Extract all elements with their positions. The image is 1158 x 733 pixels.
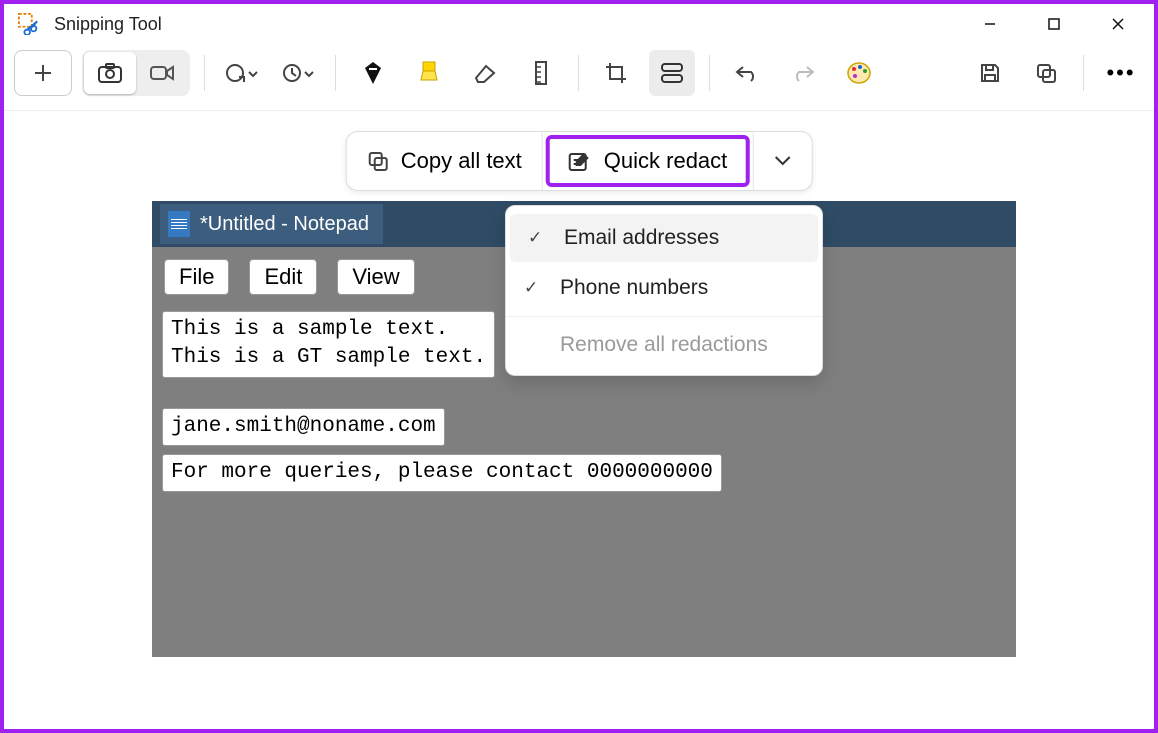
edit-in-paint-button[interactable] xyxy=(836,50,882,96)
toolbar: ••• xyxy=(4,44,1154,111)
checkmark-icon: ✓ xyxy=(524,278,542,298)
dropdown-item-remove-all[interactable]: Remove all redactions xyxy=(506,321,822,369)
mode-segmented xyxy=(82,50,190,96)
dropdown-item-phone[interactable]: ✓ Phone numbers xyxy=(506,264,822,312)
notepad-tab-title: *Untitled - Notepad xyxy=(200,213,369,236)
divider xyxy=(204,55,205,91)
highlighter-button[interactable] xyxy=(406,50,452,96)
ruler-button[interactable] xyxy=(518,50,564,96)
dropdown-item-label: Phone numbers xyxy=(560,276,708,300)
dropdown-item-label: Remove all redactions xyxy=(560,333,768,357)
quick-redact-button[interactable]: Quick redact xyxy=(550,148,746,174)
divider xyxy=(578,55,579,91)
divider xyxy=(1083,55,1084,91)
copy-all-text-button[interactable]: Copy all text xyxy=(347,132,542,190)
quick-redact-label: Quick redact xyxy=(604,148,728,174)
dropdown-separator xyxy=(506,316,822,317)
mode-video-button[interactable] xyxy=(136,52,188,94)
notepad-menu-file: File xyxy=(164,259,229,295)
redo-button[interactable] xyxy=(780,50,826,96)
eraser-button[interactable] xyxy=(462,50,508,96)
mode-image-button[interactable] xyxy=(84,52,136,94)
checkmark-icon: ✓ xyxy=(528,228,546,248)
copy-button[interactable] xyxy=(1023,50,1069,96)
pen-button[interactable] xyxy=(350,50,396,96)
notepad-menu-view: View xyxy=(337,259,414,295)
quick-redact-dropdown: ✓ Email addresses ✓ Phone numbers Remove… xyxy=(505,205,823,376)
dropdown-item-label: Email addresses xyxy=(564,226,719,250)
save-button[interactable] xyxy=(967,50,1013,96)
quick-redact-highlight: Quick redact xyxy=(546,135,750,187)
quick-redact-dropdown-toggle[interactable] xyxy=(753,132,811,190)
notepad-icon xyxy=(168,211,190,237)
dropdown-item-email[interactable]: ✓ Email addresses xyxy=(510,214,818,262)
text-actions-button[interactable] xyxy=(649,50,695,96)
copy-all-text-label: Copy all text xyxy=(401,148,522,174)
titlebar: Snipping Tool xyxy=(4,4,1154,44)
divider xyxy=(335,55,336,91)
app-title: Snipping Tool xyxy=(54,14,162,35)
notepad-menu-edit: Edit xyxy=(249,259,317,295)
undo-button[interactable] xyxy=(724,50,770,96)
delay-button[interactable] xyxy=(275,50,321,96)
close-button[interactable] xyxy=(1086,4,1150,44)
text-actions-pill: Copy all text Quick redact xyxy=(346,131,813,191)
maximize-button[interactable] xyxy=(1022,4,1086,44)
app-icon xyxy=(18,13,40,35)
canvas-area: *Untitled - Notepad File Edit View This … xyxy=(4,111,1154,726)
new-snip-button[interactable] xyxy=(14,50,72,96)
shape-picker-button[interactable] xyxy=(219,50,265,96)
notepad-tab: *Untitled - Notepad xyxy=(160,204,383,244)
doc-text-chunk: This is a sample text. This is a GT samp… xyxy=(162,311,495,378)
divider xyxy=(709,55,710,91)
crop-button[interactable] xyxy=(593,50,639,96)
doc-text-chunk: jane.smith@noname.com xyxy=(162,408,445,446)
more-button[interactable]: ••• xyxy=(1098,50,1144,96)
doc-text-chunk: For more queries, please contact 0000000… xyxy=(162,454,722,492)
minimize-button[interactable] xyxy=(958,4,1022,44)
